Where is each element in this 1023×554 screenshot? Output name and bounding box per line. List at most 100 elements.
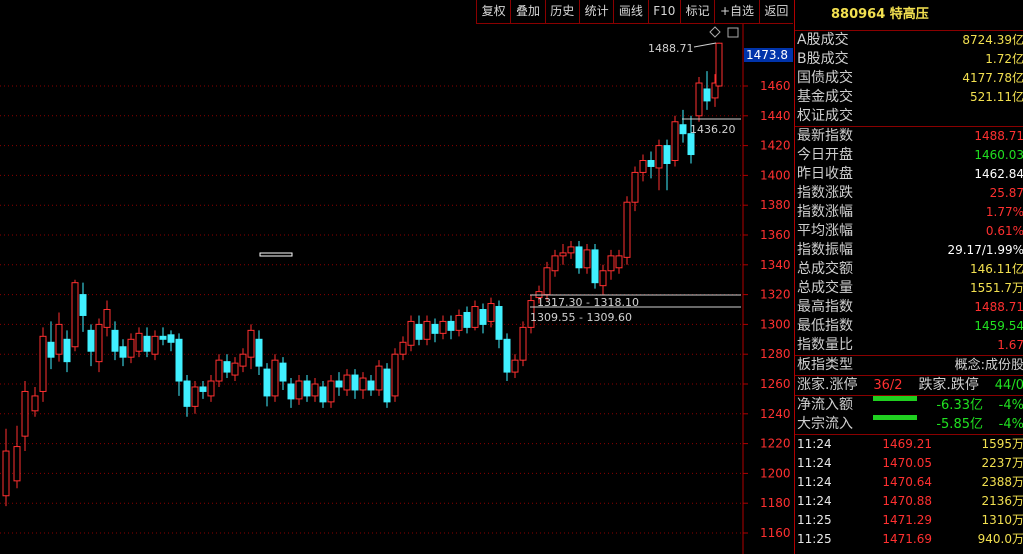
board-type-row[interactable]: 板指类型 概念:成份股 [795,356,1023,375]
toolbar-button-4[interactable]: 画线 [613,0,647,23]
market-volumes: A股成交 8724.39亿 B股成交 1.72亿 国债成交 4177.78亿 基金成交 521… [795,31,1023,126]
toolbar-button-0[interactable]: 复权 [476,0,510,23]
candle-body [599,270,607,287]
candle [671,115,679,167]
candle [239,348,247,373]
candle [703,71,711,110]
candle [103,300,111,337]
candle-body [423,320,431,340]
candle-body [631,171,639,203]
stat-label: 指数涨跌 [797,185,853,201]
tick-list[interactable]: 11:24 1469.21 1595万 11:24 1470.05 2237万 11:24 1… [795,435,1023,549]
candle-body [303,380,311,397]
tick-time: 11:24 [797,456,832,470]
candle-body [143,335,151,352]
candle-body [479,309,487,325]
tick-time: 11:25 [797,532,832,546]
volume-value: 4177.78亿 [962,71,1023,85]
toolbar-button-6[interactable]: 标记 [680,0,714,23]
tick-time: 11:24 [797,437,832,451]
candle [71,279,79,352]
candle [391,348,399,402]
stat-value: 1.77% [985,205,1023,219]
candle [295,375,303,405]
candle-body [407,320,415,346]
stat-row: 昨日收盘 1462.84 [795,165,1023,184]
candle-body [135,332,143,352]
volume-label: 基金成交 [797,89,853,105]
index-stats: 最新指数 1488.71 今日开盘 1460.03 昨日收盘 1462.84 指数涨跌 25.… [795,127,1023,355]
candle-body [671,121,679,162]
candlestick-chart[interactable]: 1460 1440 1420 1400 1380 1360 1340 1320 1300 1280… [0,0,793,554]
stat-row: 今日开盘 1460.03 [795,146,1023,165]
candle [567,240,575,259]
candle [599,264,607,295]
price-tick-label: 1440 [760,109,791,123]
candle-body [503,338,511,373]
candle-body [703,88,711,102]
candle-body [319,386,327,403]
price-tick-label: 1460 [760,79,791,93]
volume-label: B股成交 [797,51,849,67]
candle-body [175,338,183,382]
candle-body [679,124,687,135]
tick-row: 11:24 1470.64 2388万 [795,473,1023,492]
window-toggle-icon[interactable] [727,27,739,38]
candle-body [239,353,247,367]
toolbar-button-1[interactable]: 叠加 [510,0,544,23]
candle-body [391,353,399,397]
tick-price: 1469.21 [882,437,932,451]
candle [607,249,615,280]
candle-body [607,255,615,272]
flow-row: 净流入额 -6.33亿 -4% [795,396,1023,415]
index-title: 880964 特高压 [795,0,1023,31]
tick-price: 1470.64 [882,475,932,489]
flow-row: 大宗流入 -5.85亿 -4% [795,415,1023,434]
candle [715,42,723,87]
flow-pct: -4% [998,398,1023,413]
drawing-marker[interactable] [259,252,293,257]
candle [263,363,271,407]
gap-top-annotation: 1317.30 - 1318.10 [537,296,639,309]
candle-body [511,359,519,373]
candles [2,42,723,507]
rise-label: 涨家.涨停 [797,377,858,393]
candle-body [623,201,631,258]
stat-value: 1459.54 [974,319,1023,333]
toolbar-button-3[interactable]: 统计 [578,0,613,23]
candle-body [119,346,127,358]
candle [519,321,527,367]
stat-value: 1462.84 [974,167,1023,181]
candle-body [575,246,583,269]
candle-body [687,133,695,156]
price-tick-label: 1240 [760,407,791,421]
candle [455,309,463,337]
tick-volume: 2388万 [981,475,1023,489]
candle-body [311,383,319,397]
current-price-label: 1473.8 [746,48,788,62]
toolbar-button-8[interactable]: 返回 [758,0,793,23]
high-annotation-pointer [693,42,717,48]
stat-label: 总成交额 [797,261,853,277]
tick-price: 1470.88 [882,494,932,508]
stat-row: 总成交量 1551.7万 [795,279,1023,298]
flow-bar [872,415,917,420]
candle [2,428,10,507]
toolbar-button-5[interactable]: F10 [647,0,680,23]
candle [127,333,135,364]
stat-value: 29.17/1.99% [947,243,1023,257]
volume-value: 521.11亿 [970,90,1023,104]
price-tick-label: 1320 [760,288,791,302]
candle [447,315,455,340]
toolbar-button-2[interactable]: 历史 [544,0,579,23]
tick-volume: 2237万 [981,456,1023,470]
candle-body [231,362,239,376]
candle [175,333,183,396]
candle [207,375,215,402]
price-tick-label: 1300 [760,317,791,331]
candle-body [447,320,455,331]
toolbar-button-7[interactable]: +自选 [714,0,758,23]
candle [479,303,487,334]
candle [591,243,599,289]
candle-body [583,249,591,269]
